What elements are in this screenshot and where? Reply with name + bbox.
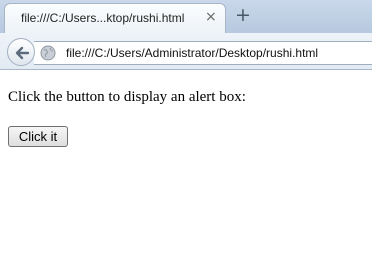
click-it-button[interactable]: Click it xyxy=(8,126,68,147)
tab-title: file:///C:/Users...ktop/rushi.html xyxy=(21,11,185,25)
close-icon[interactable]: × xyxy=(205,8,217,26)
back-button[interactable] xyxy=(7,38,35,66)
plus-icon[interactable]: + xyxy=(232,5,254,27)
address-bar[interactable]: file:///C:/Users/Administrator/Desktop/r… xyxy=(34,41,372,65)
tab-strip: file:///C:/Users...ktop/rushi.html × + xyxy=(0,0,372,33)
page-content: Click the button to display an alert box… xyxy=(0,71,372,267)
instruction-text: Click the button to display an alert box… xyxy=(8,89,246,105)
navigation-bar: file:///C:/Users/Administrator/Desktop/r… xyxy=(0,33,372,70)
back-arrow-icon xyxy=(15,46,30,60)
tab-active[interactable]: file:///C:/Users...ktop/rushi.html × xyxy=(4,3,226,33)
url-text: file:///C:/Users/Administrator/Desktop/r… xyxy=(66,46,319,60)
globe-icon xyxy=(40,45,56,61)
